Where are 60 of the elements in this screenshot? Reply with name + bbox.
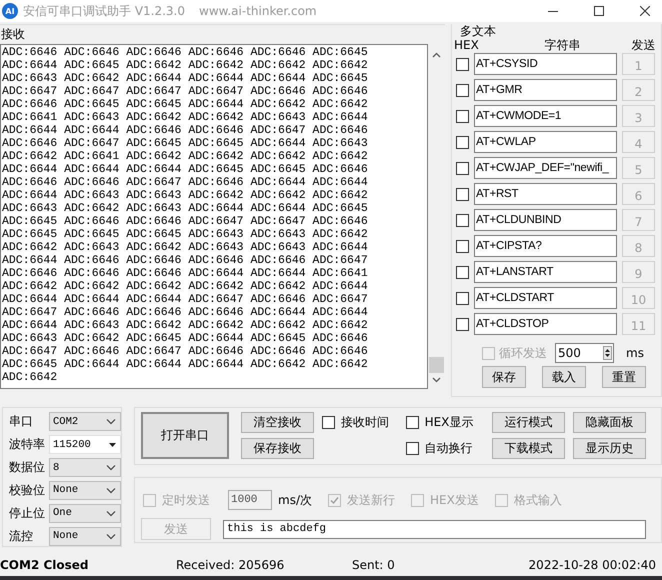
panel-button[interactable]: 显示历史 [573, 438, 646, 459]
status-time: 2022-10-28 00:02:40 [528, 558, 657, 572]
dropdown-arrow-icon[interactable] [109, 442, 116, 447]
checkbox-label: 定时发送 [162, 492, 210, 508]
mode-button[interactable]: 运行模式 [492, 412, 565, 433]
window-title: 安信可串口调试助手 V1.2.3.0 [23, 2, 186, 20]
scroll-thumb[interactable] [429, 357, 444, 373]
checkbox-label: 循环发送 [499, 344, 547, 362]
logo: AI [2, 3, 18, 19]
checkbox[interactable] [406, 442, 419, 455]
scroll-up-icon[interactable] [432, 52, 441, 58]
checkbox-label: 自动换行 [424, 440, 473, 457]
dropdown[interactable]: 8 [49, 458, 121, 478]
close-icon[interactable] [640, 6, 650, 16]
dropdown[interactable]: None [49, 526, 121, 546]
receive-text-area[interactable]: ADC:6646 ADC:6646 ADC:6646 ADC:6646 ADC:6646 ADC:6645 ADC:6644 ADC:6645 ADC:6642 ADC:6642 ADC:6642 ADC:6642 ADC:6643 ADC:6642 ADC:6644 ADC:6644 ADC:6644 ADC:6645 ADC:6647 ADC:6647 ADC:6647 ADC:6647 ADC:6646 ADC:6646 ADC:6646 ADC:6645 ADC:6645 ADC:6644 ADC:6642 ADC:6642 ADC:6641 ADC:6643 ADC:6642 ADC:6642 ADC:6643 ADC:6644 ADC:6644 ADC:6644 ADC:6646 ADC:6646 ADC:6647 ADC:6646 ADC:6646 ADC:6647 ADC:6645 ADC:6645 ADC:6644 ADC:6643 ADC:6642 ADC:6641 ADC:6642 ADC:6642 ADC:6642 ADC:6642 ADC:6644 ADC:6644 ADC:6644 ADC:6645 ADC:6645 ADC:6646 ADC:6646 ADC:6646 ADC:6647 ADC:6646 ADC:6644 ADC:6644 ADC:6644 ADC:6643 ADC:6643 ADC:6642 ADC:6642 ADC:6642 ADC:6643 ADC:6642 ADC:6643 ADC:6644 ADC:6644 ADC:6645 ADC:6645 ADC:6646 ADC:6646 ADC:6647 ADC:6647 ADC:6646 ADC:6645 ADC:6645 ADC:6645 ADC:6643 ADC:6643 ADC:6642 ADC:6642 ADC:6643 ADC:6642 ADC:6643 ADC:6643 ADC:6644 ADC:6644 ADC:6646 ADC:6646 ADC:6646 ADC:6646 ADC:6647 ADC:6646 ADC:6646 ADC:6646 ADC:6644 ADC:6644 ADC:6641 ADC:6642 ADC:6642 ADC:6642 ADC:6642 ADC:6642 ADC:6644 ADC:6644 ADC:6644 ADC:6644 ADC:6647 ADC:6646 ADC:6647 ADC:6647 ADC:6646 ADC:6646 ADC:6646 ADC:6644 ADC:6644 ADC:6644 ADC:6643 ADC:6642 ADC:6642 ADC:6642 ADC:6642 ADC:6643 ADC:6642 ADC:6645 ADC:6644 ADC:6645 ADC:6646 ADC:6647 ADC:6646 ADC:6647 ADC:6646 ADC:6646 ADC:6646 ADC:6645 ADC:6644 ADC:6644 ADC:6644 ADC:6642 ADC:6642 ADC:6642 [0, 44, 428, 389]
panel-title: 多文本 [459, 24, 497, 38]
checkbox-label: HEX发送 [430, 492, 479, 508]
dropdown[interactable]: One [49, 504, 121, 523]
checkbox[interactable] [406, 416, 419, 429]
chevron-down-icon[interactable] [106, 418, 116, 426]
checkbox[interactable] [322, 416, 335, 429]
port-status: COM2 Closed [0, 558, 90, 572]
setting-label: 波特率 [8, 436, 46, 454]
spin-arrows-icon[interactable] [603, 346, 612, 360]
receive-button[interactable]: 清空接收 [241, 412, 314, 433]
panel-button[interactable]: 保存 [482, 366, 526, 388]
panel-button[interactable]: 隐藏面板 [573, 412, 646, 433]
receive-button[interactable]: 保存接收 [241, 438, 314, 459]
mode-button[interactable]: 下载模式 [492, 438, 565, 459]
combo-box[interactable]: 115200 [49, 435, 121, 454]
checkbox-label: HEX显示 [424, 414, 474, 431]
open-port-button[interactable]: 打开串口 [141, 412, 229, 459]
checkbox-label: 发送新行 [346, 492, 395, 508]
column-header: 字符串 [543, 36, 582, 54]
checkbox-label: 格式输入 [514, 492, 562, 508]
chevron-down-icon[interactable] [106, 486, 116, 494]
panel-button[interactable]: 载入 [542, 366, 586, 388]
chevron-down-icon[interactable] [106, 464, 116, 472]
maximize-icon[interactable] [594, 6, 604, 16]
website-url: www.ai-thinker.com [199, 4, 317, 18]
setting-label: 数据位 [8, 459, 46, 476]
setting-label: 校验位 [8, 482, 46, 499]
column-header: HEX [454, 38, 480, 52]
panel-button[interactable]: 重置 [602, 366, 646, 388]
dropdown[interactable]: COM2 [49, 412, 121, 432]
setting-label: 串口 [8, 413, 34, 430]
dropdown[interactable]: None [49, 480, 121, 500]
chevron-down-icon[interactable] [106, 532, 116, 540]
checkbox-label: 接收时间 [341, 414, 389, 431]
scroll-down-icon[interactable] [432, 377, 441, 383]
received-count: Received: 205696 [176, 558, 286, 572]
setting-label: 流控 [8, 528, 34, 545]
setting-label: 停止位 [8, 504, 46, 522]
sent-count: Sent: 0 [352, 558, 396, 572]
chevron-down-icon[interactable] [106, 510, 116, 517]
unit-label: ms/次 [278, 492, 312, 508]
send-text-field[interactable]: this is abcdefg [223, 520, 646, 538]
unit-label: ms [626, 346, 644, 360]
column-header: 发送 [631, 36, 656, 54]
